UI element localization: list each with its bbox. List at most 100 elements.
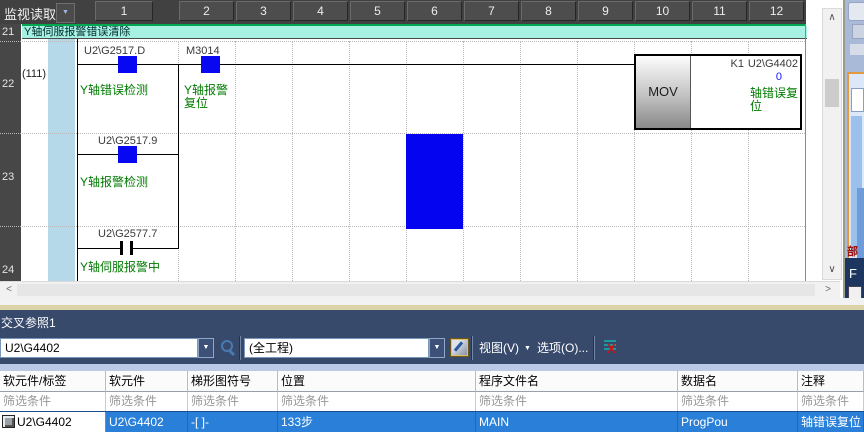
- find-window-fragment: [847, 72, 864, 266]
- chevron-down-icon: ▼: [62, 9, 69, 16]
- edit-cursor-cell[interactable]: [406, 134, 463, 229]
- ladder-column-header: 6: [407, 1, 462, 21]
- contact-on-indicator[interactable]: [201, 56, 220, 73]
- scroll-left-button[interactable]: <: [1, 283, 17, 297]
- device-combo-dropdown-button[interactable]: ▼: [198, 338, 214, 358]
- device-comment: Y轴伺服报警中: [80, 261, 184, 274]
- contact-on-indicator[interactable]: [118, 56, 137, 73]
- grid-line: [0, 226, 805, 227]
- column-header-data-name[interactable]: 数据名: [678, 371, 798, 392]
- device-cell-text: U2\G4402: [17, 412, 72, 432]
- table-cell-symbol[interactable]: -[ ]-: [188, 412, 278, 432]
- ladder-canvas-edge: [805, 24, 806, 281]
- vertical-scrollbar[interactable]: ∧ ∨: [822, 8, 842, 280]
- filter-cell[interactable]: 筛选条件: [798, 392, 864, 412]
- column-header-program[interactable]: 程序文件名: [476, 371, 678, 392]
- step-number: (111): [21, 68, 46, 80]
- operand-destination: U2\G4402: [746, 58, 798, 70]
- grid-line: [577, 41, 578, 281]
- chevron-down-icon: ▼: [203, 344, 210, 351]
- operand-source: K1: [690, 58, 744, 70]
- menu-options[interactable]: 选项(O)...: [537, 338, 588, 358]
- contact-symbol[interactable]: [120, 241, 134, 255]
- ladder-column-header: 3: [236, 1, 291, 21]
- mov-instruction-block[interactable]: MOV K1 U2\G4402 0 轴错误复位: [634, 54, 802, 130]
- column-header-device-label[interactable]: 软元件/标签: [0, 371, 106, 392]
- rung-number: 24: [2, 264, 14, 276]
- find-button[interactable]: [219, 338, 238, 357]
- search-icon-handle: [228, 349, 235, 356]
- panel-inner-strip: [0, 364, 864, 371]
- menu-view-label: 视图(V): [479, 341, 519, 355]
- panel-label-fragment: F: [849, 266, 857, 281]
- find-window-field-fragment: [851, 88, 864, 112]
- ladder-column-header: 8: [521, 1, 576, 21]
- filter-cell[interactable]: 筛选条件: [476, 392, 678, 412]
- menu-view[interactable]: 视图(V) ▼: [479, 338, 531, 358]
- column-header-comment[interactable]: 注释: [798, 371, 864, 392]
- toolbar-separator: [594, 336, 595, 360]
- grid-line: [292, 41, 293, 281]
- grid-line: [0, 133, 805, 134]
- grid-line: [0, 41, 805, 42]
- grid-line: [463, 41, 464, 281]
- toolbar-separator: [472, 336, 473, 360]
- monitor-value: 0: [734, 71, 782, 83]
- condition-settings-button[interactable]: [450, 338, 469, 357]
- grid-line: [520, 41, 521, 281]
- column-header-device[interactable]: 软元件: [106, 371, 188, 392]
- horizontal-scrollbar-thumb[interactable]: [17, 284, 815, 296]
- scope-combo[interactable]: (全工程): [244, 338, 429, 358]
- scroll-right-button[interactable]: >: [820, 283, 836, 297]
- device-icon: [2, 415, 15, 428]
- rung-number: 22: [2, 78, 14, 90]
- panel-gap: [0, 298, 864, 305]
- horizontal-scrollbar[interactable]: < >: [0, 281, 840, 298]
- monitor-mode-combo[interactable]: 监视读取: [4, 4, 56, 23]
- find-window-list-fragment: [851, 116, 862, 254]
- column-header-position[interactable]: 位置: [278, 371, 476, 392]
- clear-filter-button[interactable]: X: [603, 339, 622, 358]
- scope-combo-dropdown-button[interactable]: ▼: [429, 338, 445, 358]
- rung-line: [77, 64, 634, 65]
- scroll-down-button[interactable]: ∨: [823, 261, 841, 279]
- monitor-mode-dropdown-button[interactable]: ▼: [56, 3, 75, 23]
- table-cell-data-name[interactable]: ProgPou: [678, 412, 798, 432]
- panel-title: 交叉参照1: [1, 314, 56, 331]
- toolbar-separator: [240, 336, 241, 360]
- ladder-column-header: 4: [293, 1, 348, 21]
- clear-x-icon: X: [607, 342, 616, 355]
- power-rail: [77, 39, 78, 281]
- grid-line: [349, 41, 350, 281]
- ladder-column-header: 2: [179, 1, 234, 21]
- filter-cell[interactable]: 筛选条件: [106, 392, 188, 412]
- scroll-up-button[interactable]: ∧: [823, 9, 841, 27]
- filter-cell[interactable]: 筛选条件: [188, 392, 278, 412]
- device-search-combo[interactable]: U2\G4402: [0, 338, 198, 358]
- table-cell-comment[interactable]: 轴错误复位: [798, 412, 864, 432]
- instruction-box: MOV: [636, 56, 691, 128]
- device-cell[interactable]: U2\G4402: [0, 412, 106, 432]
- ladder-column-header: 9: [578, 1, 633, 21]
- filter-cell[interactable]: 筛选条件: [278, 392, 476, 412]
- table-cell-position[interactable]: 133步: [278, 412, 476, 432]
- device-comment: 轴错误复位: [750, 87, 798, 113]
- grid-line: [235, 41, 236, 281]
- vertical-scrollbar-thumb[interactable]: [825, 79, 839, 107]
- device-comment: Y轴报警复位: [184, 84, 236, 110]
- table-cell-program[interactable]: MAIN: [476, 412, 678, 432]
- chevron-down-icon: ▼: [524, 345, 531, 352]
- device-label: U2\G2577.7: [98, 228, 157, 240]
- filter-cell[interactable]: 筛选条件: [0, 392, 106, 412]
- rung-number-gutter: [0, 24, 21, 281]
- table-cell-device[interactable]: U2\G4402: [106, 412, 188, 432]
- rung-comment-row[interactable]: Y轴伺服报警错误清除: [22, 26, 807, 39]
- branch-line: [178, 64, 179, 249]
- gx-works-window: 监视读取 ▼ 1 2 3 4 5 6 7 8 9 10 11 12 21 22 …: [0, 0, 864, 447]
- rung-number: 21: [2, 26, 14, 38]
- contact-on-indicator[interactable]: [118, 146, 137, 163]
- panel-button-fragment: [850, 44, 864, 55]
- column-header-symbol[interactable]: 梯形图符号: [188, 371, 278, 392]
- rung-number: 23: [2, 171, 14, 183]
- filter-cell[interactable]: 筛选条件: [678, 392, 798, 412]
